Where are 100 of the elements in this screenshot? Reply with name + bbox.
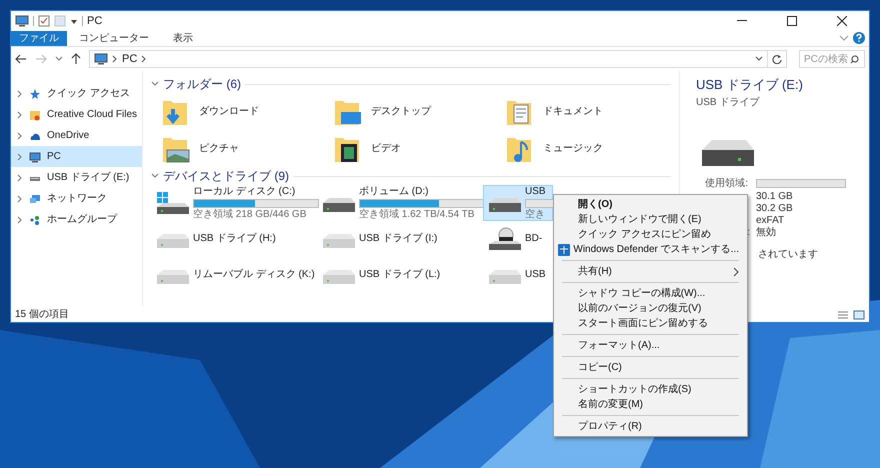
menu-item[interactable]: シャドウ コピーの構成(W)... (554, 286, 747, 301)
ribbon-tab[interactable]: 表示 (161, 31, 205, 46)
detail-value: 30.1 GB (756, 190, 793, 204)
drive-name: USB ドライブ (L:) (359, 269, 442, 281)
menu-item[interactable]: Windows Defender でスキャンする... (554, 242, 747, 257)
computer-icon (29, 150, 41, 162)
free-space-text: 空き (525, 208, 546, 220)
section-heading[interactable]: デバイスとドライブ (9) (163, 167, 289, 185)
sidebar-item[interactable]: ネットワーク (11, 188, 142, 209)
expand-ribbon-icon[interactable] (839, 34, 849, 42)
detail-label: 使用領域: (704, 176, 748, 190)
expand-chevron-icon[interactable] (17, 216, 23, 224)
maximize-icon (787, 16, 797, 26)
detail-value: 無効 (756, 226, 776, 240)
expand-chevron-icon[interactable] (17, 90, 23, 98)
section-heading[interactable]: フォルダー (6) (163, 75, 241, 93)
menu-item[interactable]: 以前のバージョンの復元(V) (554, 301, 747, 316)
computer-icon (94, 53, 108, 65)
drive-tile[interactable]: ローカル ディスク (C:) 空き領域 218 GB/446 GB (151, 185, 317, 221)
collapse-chevron-icon[interactable] (151, 81, 159, 87)
breadcrumb-item[interactable]: PC (122, 50, 138, 68)
chevron-icon (112, 55, 118, 63)
sidebar-item[interactable]: クイック アクセス (11, 83, 142, 104)
folder-name[interactable]: ドキュメント (543, 104, 603, 119)
detail-label: : (747, 226, 750, 240)
menu-item[interactable]: 新しいウィンドウで開く(E) (554, 212, 747, 227)
detail-value: exFAT (756, 214, 784, 226)
menu-item[interactable]: ショートカットの作成(S) (554, 382, 747, 397)
folder-name[interactable]: ダウンロード (199, 104, 259, 119)
chevron-icon (141, 55, 148, 63)
menu-item[interactable]: クイック アクセスにピン留め (554, 227, 747, 242)
details-subtitle: USB ドライブ (696, 96, 760, 110)
properties-icon[interactable] (38, 15, 50, 27)
drive-name: ボリューム (D:) (359, 186, 430, 198)
expand-chevron-icon[interactable] (17, 174, 23, 182)
windows-drive-icon (154, 191, 190, 215)
collapse-chevron-icon[interactable] (151, 173, 159, 179)
help-icon[interactable] (853, 32, 865, 44)
free-space-text: 空き領域 218 GB/446 GB (193, 208, 308, 220)
disc-drive-icon (486, 227, 522, 251)
folder-name[interactable]: ピクチャ (199, 141, 239, 156)
sidebar-item[interactable]: Creative Cloud Files (11, 104, 142, 125)
folder-icon (29, 108, 41, 120)
sidebar-item[interactable]: PC (11, 146, 142, 167)
people-icon (29, 214, 41, 226)
details-title: USB ドライブ (E:) (696, 76, 804, 94)
refresh-icon[interactable] (772, 54, 782, 64)
window-title: PC (87, 14, 102, 29)
dropdown-icon[interactable] (70, 17, 78, 25)
drive-tile[interactable]: USB ドライブ (L:) (317, 257, 483, 293)
drive-tile[interactable]: BD- (483, 221, 553, 257)
drive-tile[interactable]: USB ドライブ (H:) (151, 221, 317, 257)
drive-name: USB (525, 186, 547, 198)
address-bar[interactable]: PC (89, 50, 787, 68)
expand-chevron-icon[interactable] (17, 152, 23, 160)
drive-tile[interactable]: USB (483, 257, 553, 293)
menu-item[interactable]: プロパティ(R) (554, 419, 747, 434)
menu-item[interactable]: フォーマット(A)... (554, 338, 747, 353)
star-icon (29, 88, 41, 100)
recent-dropdown-icon[interactable] (55, 56, 63, 62)
drive-tile[interactable]: リムーバブル ディスク (K:) (151, 257, 317, 293)
drive-tile[interactable]: USB 空き (483, 185, 553, 221)
detail-value: 30.2 GB (756, 202, 793, 216)
free-space-text: 空き領域 1.62 TB/4.54 TB (359, 208, 476, 220)
drive-name: USB (525, 269, 547, 281)
expand-chevron-icon[interactable] (17, 110, 23, 118)
drive-name: リムーバブル ディスク (K:) (193, 269, 316, 281)
close-icon (837, 16, 847, 26)
minimize-icon (737, 20, 747, 22)
menu-item[interactable]: コピー(C) (554, 360, 747, 375)
search-icon (850, 54, 859, 64)
menu-item[interactable]: 開く(O) (554, 197, 747, 212)
drive-name: BD- (525, 233, 544, 245)
sidebar-item[interactable]: USB ドライブ (E:) (11, 167, 142, 188)
computer-icon (15, 15, 29, 27)
expand-chevron-icon[interactable] (17, 194, 23, 202)
ribbon-tab[interactable]: コンピューター (67, 31, 161, 46)
drive-name: USB ドライブ (I:) (359, 233, 438, 245)
folder-name[interactable]: ミュージック (543, 141, 603, 156)
sidebar-item[interactable]: ホームグループ (11, 209, 142, 230)
drive-name: USB ドライブ (H:) (193, 233, 277, 245)
details-view-icon[interactable] (837, 310, 849, 320)
menu-item[interactable]: スタート画面にピン留めする (554, 316, 747, 331)
network-icon (29, 192, 41, 204)
back-arrow-icon[interactable] (15, 54, 27, 64)
drive-tile[interactable]: USB ドライブ (I:) (317, 221, 483, 257)
status-text: 15 個の項目 (15, 308, 69, 322)
up-arrow-icon[interactable] (71, 53, 81, 65)
large-icons-view-icon[interactable] (853, 310, 865, 320)
sidebar-item[interactable]: OneDrive (11, 125, 142, 146)
menu-item[interactable]: 名前の変更(M) (554, 397, 747, 412)
folder-name[interactable]: デスクトップ (371, 104, 431, 119)
drive-tile[interactable]: ボリューム (D:) 空き領域 1.62 TB/4.54 TB (317, 185, 483, 221)
ribbon-tab[interactable]: ファイル (11, 31, 67, 46)
detail-note: されています (758, 248, 818, 262)
search-field[interactable]: PCの検索 (799, 50, 865, 68)
folder-name[interactable]: ビデオ (371, 141, 401, 156)
expand-chevron-icon[interactable] (17, 132, 23, 140)
menu-item[interactable]: 共有(H) (554, 264, 747, 279)
dropdown-icon[interactable] (755, 56, 763, 62)
